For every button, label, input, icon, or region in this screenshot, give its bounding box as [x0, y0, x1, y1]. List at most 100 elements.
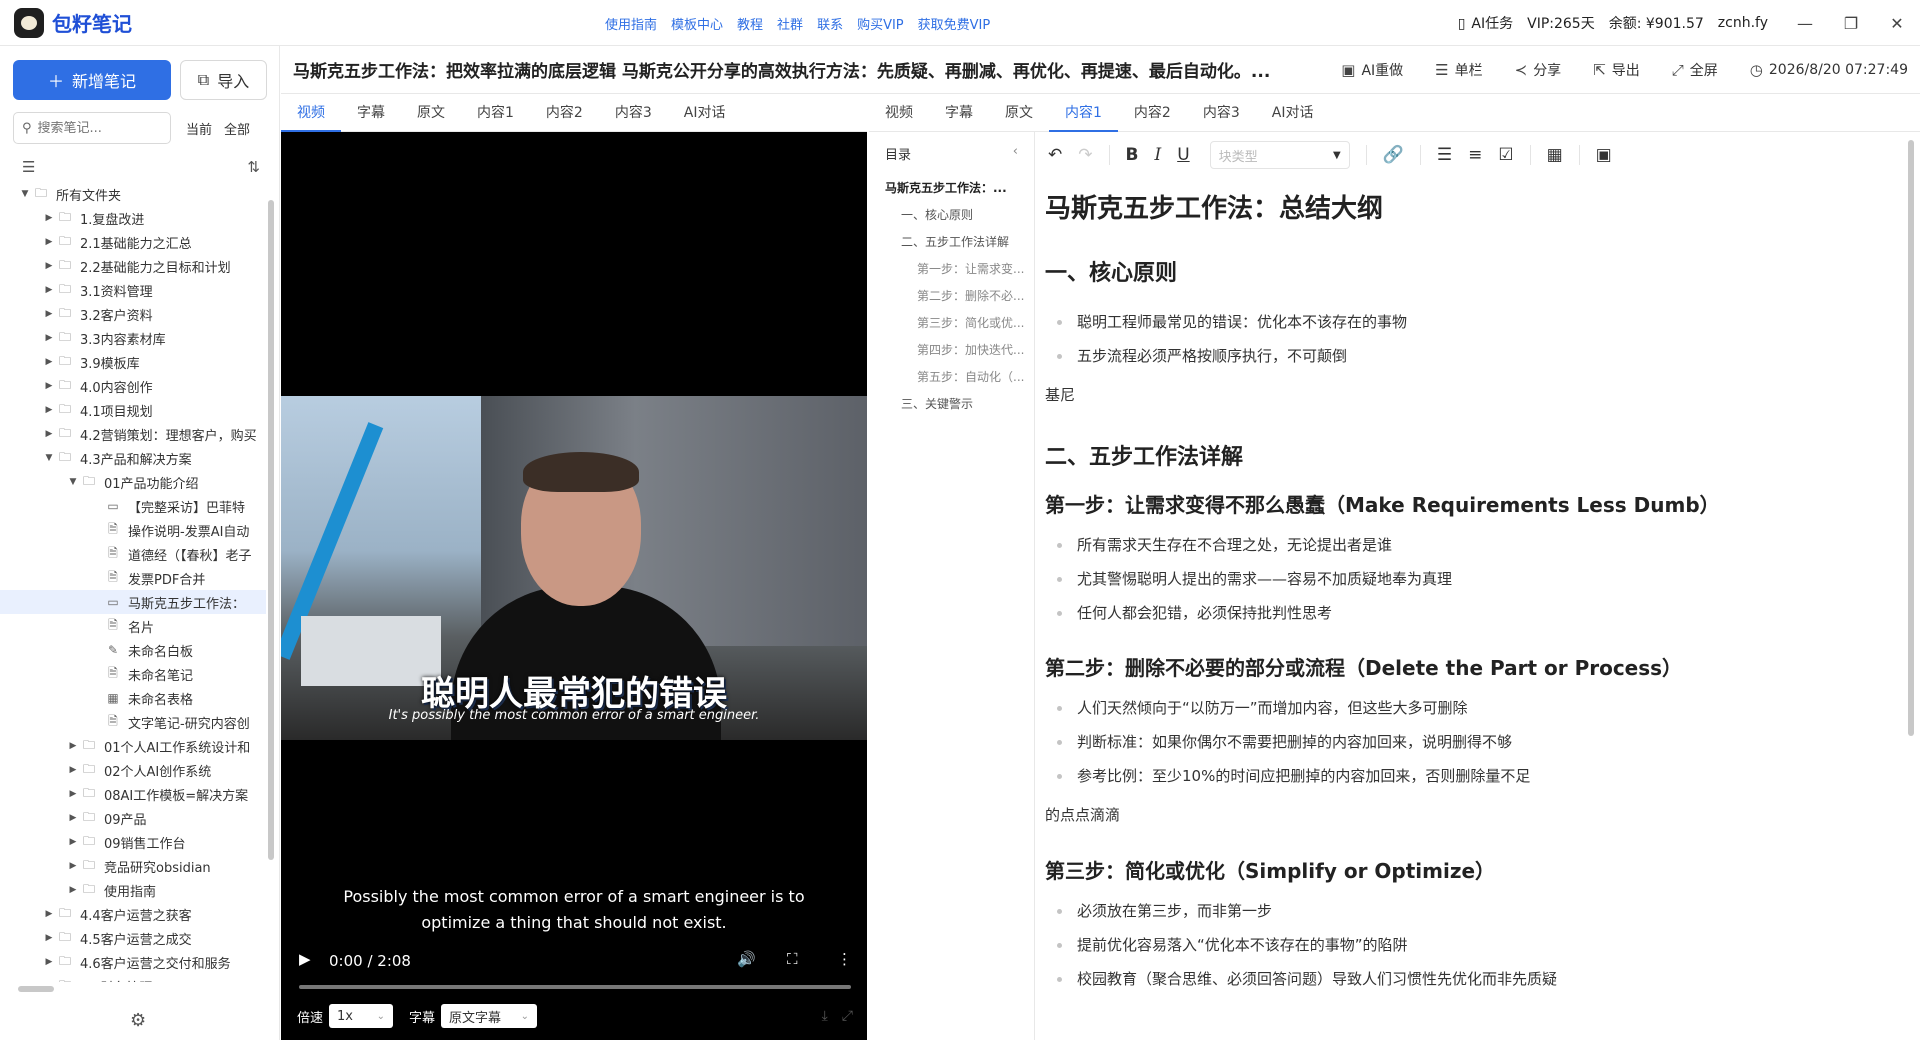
folder-item[interactable]: ▼ 🗀 01产品功能介绍 — [0, 470, 266, 494]
toc-item[interactable]: 第五步：自动化（... — [869, 364, 1034, 391]
sidebar-hscrollbar[interactable] — [18, 986, 54, 992]
ai-task-button[interactable]: ▯ AI任务 — [1458, 13, 1513, 33]
caret-right-icon[interactable]: ▶ — [42, 285, 56, 295]
right-tab-6[interactable]: AI对话 — [1256, 94, 1330, 132]
checklist-icon[interactable]: ☑ — [1498, 145, 1513, 165]
search-input[interactable] — [37, 120, 158, 136]
volume-icon[interactable]: 🔊 — [737, 950, 756, 968]
nav-tutorial[interactable]: 教程 — [737, 14, 763, 33]
sidebar-scrollbar[interactable] — [268, 200, 274, 860]
folder-item[interactable]: ▶ 🗀 竞品研究obsidian — [0, 854, 266, 878]
toc-item[interactable]: 马斯克五步工作法：... — [869, 175, 1034, 202]
video-player[interactable]: 聪明人最常犯的错误 It's possibly the most common … — [281, 132, 867, 992]
left-tab-4[interactable]: 内容2 — [530, 94, 599, 132]
list-icon[interactable]: ☰ — [22, 158, 35, 176]
folder-item[interactable]: ▶ 🗀 4.5客户运营之成交 — [0, 926, 266, 950]
folder-item[interactable]: ▶ 🗀 3.3内容素材库 — [0, 326, 266, 350]
caret-right-icon[interactable]: ▶ — [42, 381, 56, 391]
folder-item[interactable]: ▶ 🗀 4.6客户运营之交付和服务 — [0, 950, 266, 974]
folder-item[interactable]: ▶ 🗀 01个人AI工作系统设计和 — [0, 734, 266, 758]
progress-bar[interactable] — [299, 985, 851, 989]
right-tab-2[interactable]: 原文 — [989, 94, 1049, 132]
caret-right-icon[interactable]: ▶ — [66, 789, 80, 799]
caret-right-icon[interactable]: ▶ — [42, 309, 56, 319]
toc-item[interactable]: 第一步：让需求变... — [869, 256, 1034, 283]
editor-content[interactable]: 马斯克五步工作法：总结大纲 一、核心原则 聪明工程师最常见的错误：优化本不该存在… — [1045, 178, 1900, 1040]
import-button[interactable]: ⧉ 导入 — [180, 60, 267, 100]
folder-item[interactable]: ▶ 🗀 4.0内容创作 — [0, 374, 266, 398]
gear-icon[interactable]: ⚙ — [130, 1010, 146, 1031]
export-button[interactable]: ⇱ 导出 — [1593, 60, 1640, 80]
folder-item[interactable]: ▶ 🗀 4.2营销策划：理想客户，购买 — [0, 422, 266, 446]
left-tab-5[interactable]: 内容3 — [599, 94, 668, 132]
bold-icon[interactable]: B — [1126, 145, 1139, 165]
right-tab-1[interactable]: 字幕 — [929, 94, 989, 132]
new-note-button[interactable]: ＋ 新增笔记 — [13, 60, 171, 100]
block-type-select[interactable]: 块类型 ▼ — [1209, 141, 1350, 169]
speed-select[interactable]: 1x ⌄ — [329, 1004, 394, 1028]
left-tab-0[interactable]: 视频 — [281, 94, 341, 132]
note-item[interactable]: 🗎 道德经（【春秋】老子 — [0, 542, 266, 566]
toc-item[interactable]: 三、关键警示 — [869, 391, 1034, 418]
note-item[interactable]: 🗎 名片 — [0, 614, 266, 638]
note-item[interactable]: ▭ 【完整采访】巴菲特 — [0, 494, 266, 518]
fullscreen-video-icon[interactable]: ⛶ — [787, 950, 798, 968]
folder-item[interactable]: ▶ 🗀 3.1资料管理 — [0, 278, 266, 302]
toc-item[interactable]: 第四步：加快迭代... — [869, 337, 1034, 364]
nav-community[interactable]: 社群 — [777, 14, 803, 33]
nav-guide[interactable]: 使用指南 — [605, 14, 657, 33]
table-icon[interactable]: ▦ — [1547, 145, 1563, 165]
left-tab-2[interactable]: 原文 — [401, 94, 461, 132]
folder-item[interactable]: ▶ 🗀 1.复盘改进 — [0, 206, 266, 230]
sort-icon[interactable]: ⇅ — [247, 158, 260, 176]
more-icon[interactable]: ⋮ — [837, 950, 852, 968]
toc-item[interactable]: 二、五步工作法详解 — [869, 229, 1034, 256]
scope-all[interactable]: 全部 — [218, 112, 256, 145]
caret-right-icon[interactable]: ▶ — [66, 885, 80, 895]
expand-icon[interactable]: ⤢ — [842, 1008, 853, 1024]
image-icon[interactable]: ▣ — [1596, 145, 1612, 165]
folder-item[interactable]: ▶ 🗀 08AI工作模板=解决方案 — [0, 782, 266, 806]
note-item[interactable]: 🗎 操作说明-发票AI自动 — [0, 518, 266, 542]
folder-item[interactable]: ▶ 🗀 4.4客户运营之获客 — [0, 902, 266, 926]
note-item[interactable]: ▦ 未命名表格 — [0, 686, 266, 710]
note-item[interactable]: 🗎 文字笔记-研究内容创 — [0, 710, 266, 734]
minimize-icon[interactable]: — — [1782, 14, 1828, 33]
nav-templates[interactable]: 模板中心 — [671, 14, 723, 33]
folder-item[interactable]: ▶ 🗀 02个人AI创作系统 — [0, 758, 266, 782]
caret-right-icon[interactable]: ▶ — [42, 981, 56, 982]
right-tab-0[interactable]: 视频 — [869, 94, 929, 132]
underline-icon[interactable]: U — [1177, 145, 1189, 165]
left-tab-6[interactable]: AI对话 — [668, 94, 742, 132]
folder-item[interactable]: ▼ 🗀 所有文件夹 — [0, 182, 266, 206]
folder-item[interactable]: ▶ 🗀 4.1项目规划 — [0, 398, 266, 422]
note-item[interactable]: ▭ 马斯克五步工作法： — [0, 590, 266, 614]
caret-right-icon[interactable]: ▶ — [42, 333, 56, 343]
note-item[interactable]: 🗎 未命名笔记 — [0, 662, 266, 686]
caret-right-icon[interactable]: ▶ — [66, 813, 80, 823]
folder-item[interactable]: ▶ 🗀 2.2基础能力之目标和计划 — [0, 254, 266, 278]
folder-item[interactable]: ▶ 🗀 使用指南 — [0, 878, 266, 902]
caret-right-icon[interactable]: ▶ — [42, 429, 56, 439]
caret-right-icon[interactable]: ▶ — [42, 261, 56, 271]
caret-down-icon[interactable]: ▼ — [66, 477, 80, 487]
numbered-list-icon[interactable]: ≡ — [1468, 145, 1482, 165]
toc-item[interactable]: 第二步：删除不必... — [869, 283, 1034, 310]
caret-right-icon[interactable]: ▶ — [42, 933, 56, 943]
caret-right-icon[interactable]: ▶ — [42, 909, 56, 919]
close-icon[interactable]: ✕ — [1874, 14, 1920, 33]
caret-right-icon[interactable]: ▶ — [42, 213, 56, 223]
download-icon[interactable]: ⤓ — [822, 1008, 828, 1024]
play-icon[interactable]: ▶ — [299, 950, 311, 968]
caret-down-icon[interactable]: ▼ — [18, 189, 32, 199]
fullscreen-button[interactable]: ⤢ 全屏 — [1672, 60, 1718, 80]
content-scrollbar[interactable] — [1908, 140, 1914, 736]
ai-redo-button[interactable]: ▣ AI重做 — [1341, 60, 1403, 80]
right-tab-4[interactable]: 内容2 — [1118, 94, 1187, 132]
folder-item[interactable]: ▶ 🗀 09产品 — [0, 806, 266, 830]
caret-right-icon[interactable]: ▶ — [42, 957, 56, 967]
link-icon[interactable]: 🔗 — [1383, 145, 1404, 165]
restore-icon[interactable]: ❐ — [1828, 14, 1874, 33]
nav-buy-vip[interactable]: 购买VIP — [857, 14, 904, 33]
toc-item[interactable]: 第三步：简化或优... — [869, 310, 1034, 337]
